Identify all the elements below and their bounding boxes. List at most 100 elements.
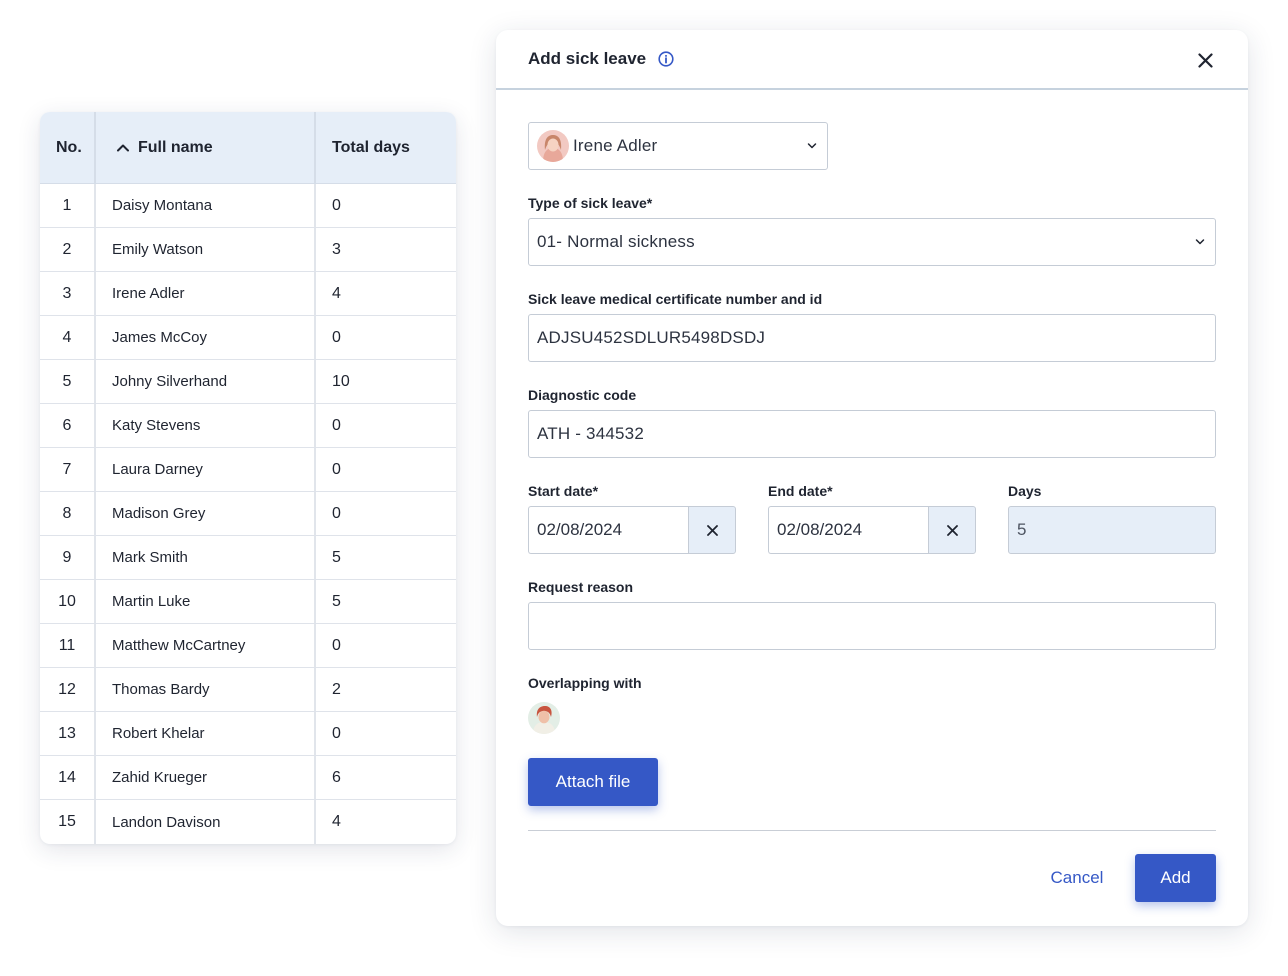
table-body: 1 Daisy Montana 0 2 Emily Watson 3 3 Irene Adle…	[40, 184, 456, 844]
dialog-title: Add sick leave	[528, 49, 647, 68]
dialog-header: Add sick leave	[496, 30, 1248, 90]
table-row[interactable]: 8 Madison Grey 0	[40, 492, 456, 536]
row-total-days: 10	[332, 372, 350, 390]
type-select[interactable]: 01- Normal sickness	[528, 218, 1216, 266]
row-total-days: 0	[332, 724, 341, 742]
attach-file-button[interactable]: Attach file	[528, 758, 658, 806]
row-full-name: Robert Khelar	[96, 712, 316, 755]
table-row[interactable]: 15 Landon Davison 4	[40, 800, 456, 844]
row-full-name: Thomas Bardy	[96, 668, 316, 711]
row-number: 3	[40, 272, 96, 315]
start-date-clear-button[interactable]	[688, 506, 736, 554]
column-header-no[interactable]: No.	[40, 112, 96, 183]
row-number: 2	[40, 228, 96, 271]
row-number: 4	[40, 316, 96, 359]
cancel-button[interactable]: Cancel	[1036, 854, 1118, 902]
certificate-label: Sick leave medical certificate number an…	[528, 291, 823, 307]
close-icon	[946, 524, 958, 536]
diagnostic-input[interactable]: ATH - 344532	[528, 410, 1216, 458]
table-row[interactable]: 10 Martin Luke 5	[40, 580, 456, 624]
table-row[interactable]: 12 Thomas Bardy 2	[40, 668, 456, 712]
row-full-name: James McCoy	[96, 316, 316, 359]
start-date-input[interactable]: 02/08/2024	[528, 506, 688, 554]
row-full-name: Daisy Montana	[96, 184, 316, 227]
row-number: 12	[40, 668, 96, 711]
row-full-name: Matthew McCartney	[96, 624, 316, 667]
row-number: 10	[40, 580, 96, 623]
row-full-name: Irene Adler	[96, 272, 316, 315]
start-date-label: Start date*	[528, 483, 599, 499]
row-total-days: 0	[332, 328, 341, 346]
row-total-days: 3	[332, 240, 341, 258]
table-row[interactable]: 6 Katy Stevens 0	[40, 404, 456, 448]
end-date-picker: 02/08/2024	[768, 506, 976, 554]
certificate-input[interactable]: ADJSU452SDLUR5498DSDJ	[528, 314, 1216, 362]
row-number: 5	[40, 360, 96, 403]
row-total-days: 0	[332, 196, 341, 214]
close-icon[interactable]	[1196, 51, 1214, 69]
row-number: 15	[40, 800, 96, 844]
row-full-name: Laura Darney	[96, 448, 316, 491]
end-date-clear-button[interactable]	[928, 506, 976, 554]
row-number: 6	[40, 404, 96, 447]
chevron-up-icon[interactable]	[116, 141, 130, 155]
employee-select[interactable]: Irene Adler	[528, 122, 828, 170]
info-icon[interactable]	[658, 51, 674, 67]
column-header-total-days-label: Total days	[332, 138, 410, 156]
row-full-name: Mark Smith	[96, 536, 316, 579]
column-header-total-days[interactable]: Total days	[316, 112, 456, 183]
row-total-days: 0	[332, 636, 341, 654]
footer-divider	[528, 830, 1216, 831]
row-total-days: 0	[332, 416, 341, 434]
column-header-full-name-label: Full name	[138, 138, 213, 156]
row-total-days: 5	[332, 548, 341, 566]
row-number: 7	[40, 448, 96, 491]
row-full-name: Johny Silverhand	[96, 360, 316, 403]
row-total-days: 5	[332, 592, 341, 610]
end-date-label: End date*	[768, 483, 833, 499]
table-header: No. Full name Total days	[40, 112, 456, 184]
overlapping-employee-avatar[interactable]	[528, 702, 560, 734]
row-number: 11	[40, 624, 96, 667]
row-number: 9	[40, 536, 96, 579]
row-number: 8	[40, 492, 96, 535]
row-full-name: Madison Grey	[96, 492, 316, 535]
days-label: Days	[1008, 483, 1042, 499]
overlapping-label: Overlapping with	[528, 675, 642, 691]
end-date-input[interactable]: 02/08/2024	[768, 506, 928, 554]
row-number: 1	[40, 184, 96, 227]
employee-avatar	[537, 130, 569, 162]
row-full-name: Katy Stevens	[96, 404, 316, 447]
table-row[interactable]: 13 Robert Khelar 0	[40, 712, 456, 756]
days-value: 5	[1017, 520, 1027, 539]
chevron-down-icon	[1195, 238, 1205, 246]
days-field: 5	[1008, 506, 1216, 554]
row-total-days: 4	[332, 813, 341, 830]
end-date-value: 02/08/2024	[777, 520, 863, 539]
column-header-no-label: No.	[56, 138, 82, 156]
start-date-value: 02/08/2024	[537, 520, 623, 539]
row-full-name: Zahid Krueger	[96, 756, 316, 799]
row-full-name: Martin Luke	[96, 580, 316, 623]
add-button[interactable]: Add	[1135, 854, 1216, 902]
table-row[interactable]: 9 Mark Smith 5	[40, 536, 456, 580]
row-number: 13	[40, 712, 96, 755]
add-sick-leave-dialog: Add sick leave Irene Adler Type of sick …	[496, 30, 1248, 926]
table-row[interactable]: 7 Laura Darney 0	[40, 448, 456, 492]
table-row[interactable]: 4 James McCoy 0	[40, 316, 456, 360]
row-total-days: 0	[332, 460, 341, 478]
type-select-value: 01- Normal sickness	[537, 232, 695, 251]
table-row[interactable]: 5 Johny Silverhand 10	[40, 360, 456, 404]
table-row[interactable]: 11 Matthew McCartney 0	[40, 624, 456, 668]
close-icon	[706, 524, 718, 536]
table-row[interactable]: 2 Emily Watson 3	[40, 228, 456, 272]
reason-label: Request reason	[528, 579, 634, 595]
table-row[interactable]: 1 Daisy Montana 0	[40, 184, 456, 228]
row-total-days: 0	[332, 504, 341, 522]
certificate-input-value: ADJSU452SDLUR5498DSDJ	[537, 328, 766, 347]
table-row[interactable]: 3 Irene Adler 4	[40, 272, 456, 316]
reason-input[interactable]	[528, 602, 1216, 650]
column-header-full-name[interactable]: Full name	[96, 112, 316, 183]
diagnostic-label: Diagnostic code	[528, 387, 637, 403]
table-row[interactable]: 14 Zahid Krueger 6	[40, 756, 456, 800]
